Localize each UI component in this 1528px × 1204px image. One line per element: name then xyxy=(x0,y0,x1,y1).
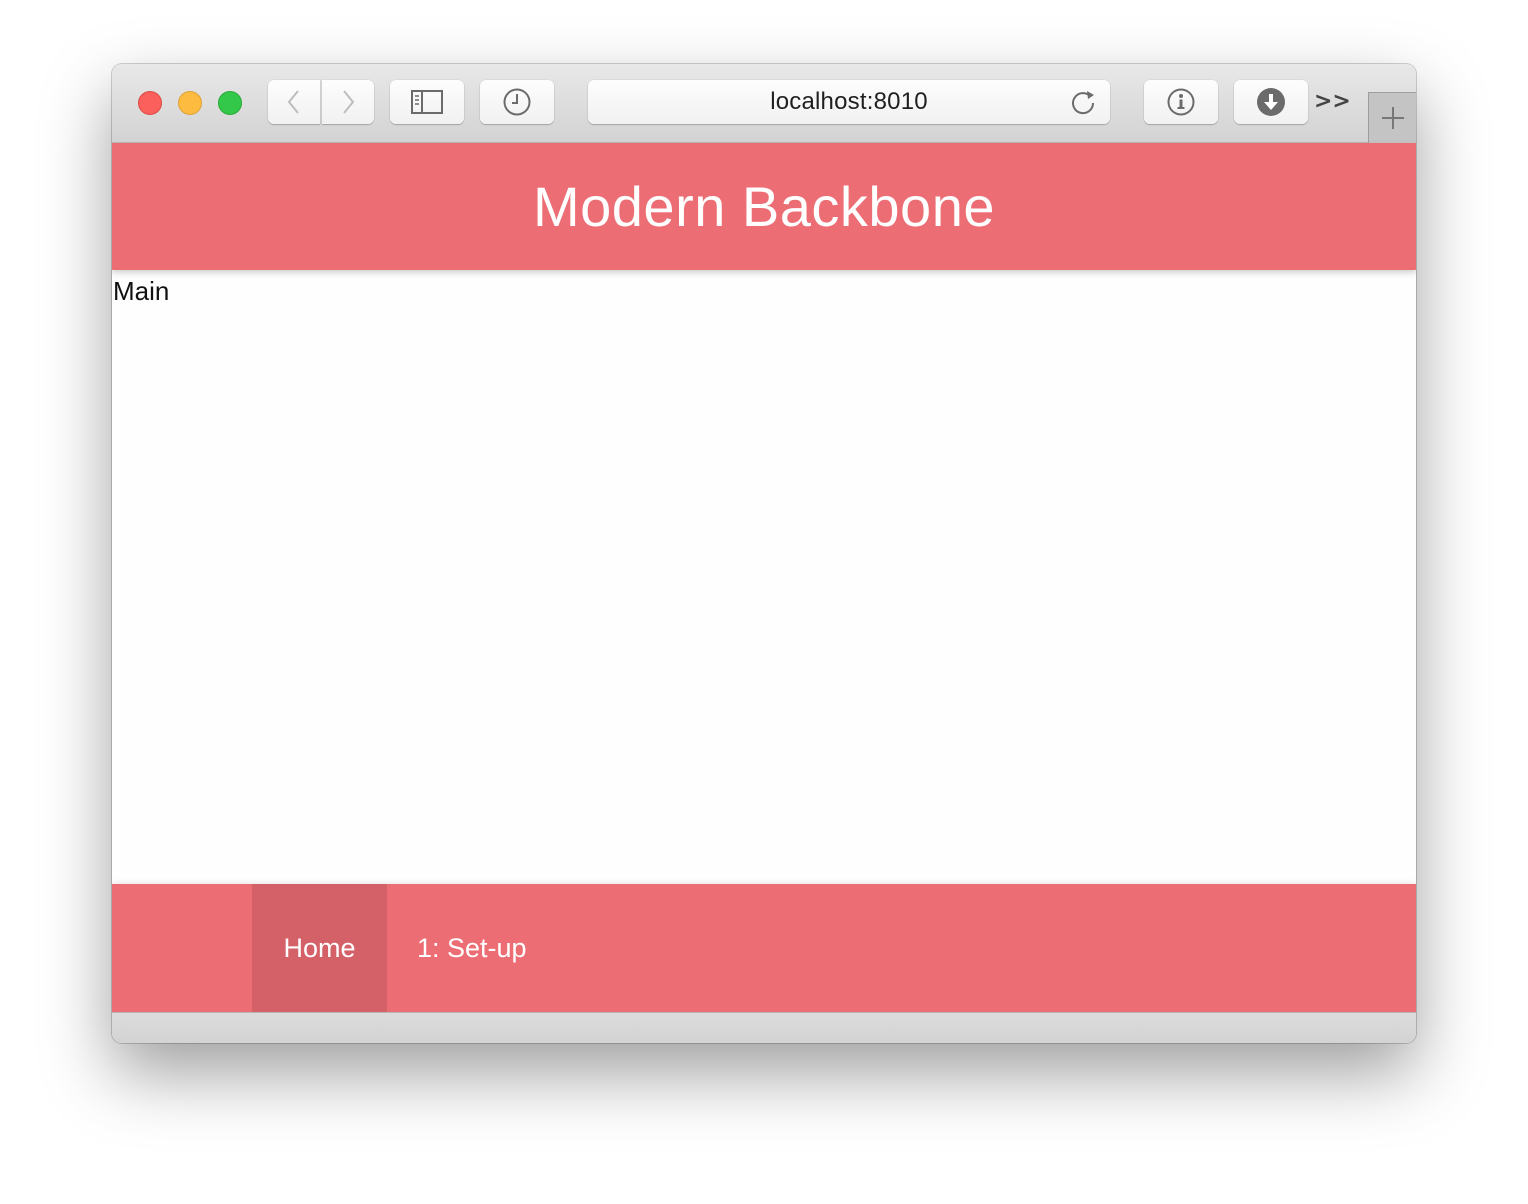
download-icon xyxy=(1257,88,1285,116)
page-title: Modern Backbone xyxy=(532,175,995,238)
reload-icon xyxy=(1072,91,1095,115)
nav-item-set-up[interactable]: 1: Set-up xyxy=(387,884,527,1012)
nav-item-home[interactable]: Home xyxy=(252,884,387,1012)
zoom-window-button[interactable] xyxy=(218,91,242,115)
forward-button[interactable] xyxy=(322,80,374,124)
address-text[interactable]: localhost:8010 xyxy=(770,88,928,116)
back-button[interactable] xyxy=(268,80,320,124)
status-bar xyxy=(112,1012,1416,1043)
downloads-button[interactable] xyxy=(1234,80,1308,124)
navigation-buttons xyxy=(268,80,374,124)
app-header: Modern Backbone xyxy=(112,143,1416,270)
main-content: Main xyxy=(112,270,1416,884)
address-bar[interactable]: localhost:8010 xyxy=(588,80,1110,124)
close-window-button[interactable] xyxy=(138,91,162,115)
info-icon xyxy=(1167,88,1195,116)
main-label: Main xyxy=(113,276,170,306)
chevron-right-icon xyxy=(343,90,355,114)
double-chevron-right-icon: >> xyxy=(1314,89,1351,114)
sidebar-icon xyxy=(411,90,443,114)
chevron-left-icon xyxy=(287,90,299,114)
new-tab-button[interactable] xyxy=(1368,92,1416,143)
sidebar-toggle-button[interactable] xyxy=(390,80,464,124)
browser-toolbar: localhost:8010 >> xyxy=(112,64,1416,143)
history-button[interactable] xyxy=(480,80,554,124)
plus-icon xyxy=(1382,107,1404,129)
toolbar-overflow-button[interactable]: >> xyxy=(1314,88,1351,116)
browser-window: localhost:8010 >> Modern Backbone Main H… xyxy=(112,64,1416,1043)
info-button[interactable] xyxy=(1144,80,1218,124)
reload-button[interactable] xyxy=(1070,88,1098,116)
footer-nav: Home 1: Set-up xyxy=(112,884,1416,1012)
minimize-window-button[interactable] xyxy=(178,91,202,115)
nav-item-label: Home xyxy=(283,932,356,963)
clock-icon xyxy=(503,88,531,116)
nav-item-label: 1: Set-up xyxy=(417,932,527,963)
